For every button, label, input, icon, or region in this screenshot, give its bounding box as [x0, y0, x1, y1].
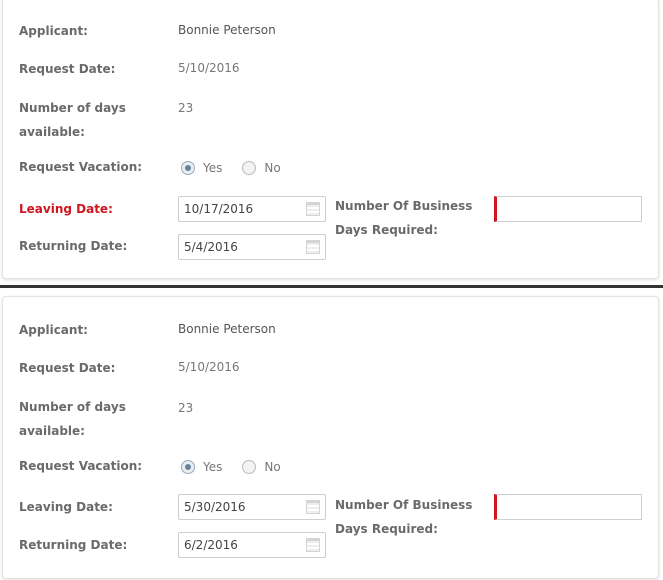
applicant-label: Applicant: [19, 24, 88, 38]
returning-date-field[interactable] [178, 532, 326, 558]
business-days-field[interactable] [494, 494, 642, 521]
request-vacation-radio-group: Yes No [181, 156, 301, 180]
request-vacation-label: Request Vacation: [19, 459, 143, 473]
applicant-value: Bonnie Peterson [178, 23, 276, 37]
yes-radio-label[interactable]: Yes [203, 161, 222, 175]
leaving-date-input[interactable] [184, 495, 299, 519]
returning-date-input[interactable] [184, 235, 299, 259]
request-date-value: 5/10/2016 [178, 61, 240, 75]
leaving-date-label: Leaving Date: [19, 202, 113, 216]
calendar-icon[interactable] [306, 240, 320, 254]
vacation-request-form-2: Applicant: Bonnie Peterson Request Date:… [2, 296, 659, 579]
days-available-label-line1: Number of days [19, 101, 126, 115]
business-days-label-line2: Days Required: [335, 223, 438, 237]
days-available-value: 23 [178, 101, 194, 115]
returning-date-label: Returning Date: [19, 239, 128, 253]
returning-date-label: Returning Date: [19, 538, 128, 552]
days-available-value: 23 [178, 401, 194, 415]
leaving-date-field[interactable] [178, 196, 326, 222]
leaving-date-field[interactable] [178, 494, 326, 520]
request-date-value: 5/10/2016 [178, 360, 240, 374]
request-vacation-radio-group: Yes No [181, 455, 301, 479]
no-radio[interactable] [242, 460, 257, 474]
business-days-label-line2: Days Required: [335, 522, 438, 536]
leaving-date-input[interactable] [184, 197, 299, 221]
no-radio-label[interactable]: No [264, 460, 280, 474]
request-vacation-label: Request Vacation: [19, 160, 143, 174]
business-days-input[interactable] [502, 197, 636, 223]
days-available-label-line2: available: [19, 125, 85, 139]
calendar-icon[interactable] [306, 500, 320, 514]
yes-radio-label[interactable]: Yes [203, 460, 222, 474]
business-days-input[interactable] [502, 495, 636, 521]
section-divider [0, 285, 663, 288]
business-days-label-line1: Number Of Business [335, 498, 473, 512]
no-radio-label[interactable]: No [264, 161, 280, 175]
yes-radio[interactable] [181, 460, 195, 474]
request-date-label: Request Date: [19, 62, 116, 76]
returning-date-input[interactable] [184, 533, 299, 557]
business-days-label-line1: Number Of Business [335, 199, 473, 213]
returning-date-field[interactable] [178, 234, 326, 260]
applicant-label: Applicant: [19, 323, 88, 337]
days-available-label-line1: Number of days [19, 400, 126, 414]
no-radio[interactable] [242, 161, 257, 175]
days-available-label-line2: available: [19, 424, 85, 438]
vacation-request-form-1: Applicant: Bonnie Peterson Request Date:… [2, 0, 659, 279]
request-date-label: Request Date: [19, 361, 116, 375]
business-days-field[interactable] [494, 196, 642, 223]
applicant-value: Bonnie Peterson [178, 322, 276, 336]
calendar-icon[interactable] [306, 202, 320, 216]
leaving-date-label: Leaving Date: [19, 500, 113, 514]
yes-radio[interactable] [181, 161, 195, 175]
calendar-icon[interactable] [306, 538, 320, 552]
